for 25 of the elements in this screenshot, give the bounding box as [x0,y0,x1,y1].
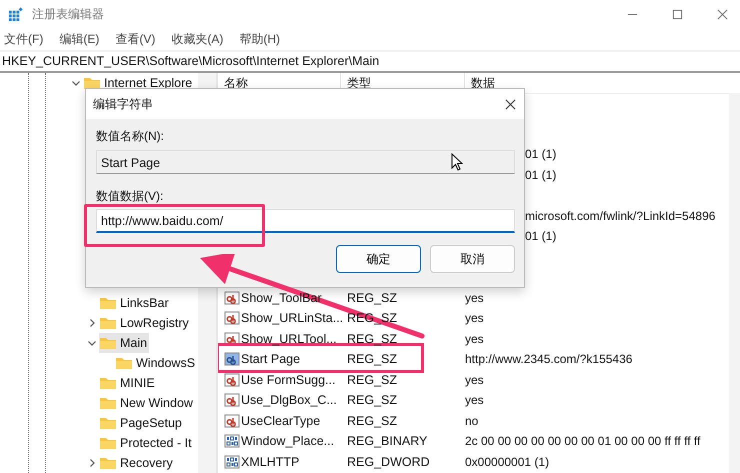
table-cell: 01 (1) [525,229,556,244]
table-cell: 2c 00 00 00 00 00 00 00 01 00 00 00 ff ff ff ff [465,434,700,448]
table-cell: REG_SZ [347,352,398,366]
table-cell: no [465,414,478,428]
table-cell: http://www.2345.com/?k155436 [465,352,632,366]
table-cell: 01 (1) [525,168,556,182]
table-cell: REG_SZ [347,290,398,305]
dialog-title: 编辑字符串 [93,96,153,112]
table-cell: 0x00000001 (1) [465,454,550,469]
table-cell: REG_SZ [347,332,398,346]
table-cell: REG_BINARY [347,434,428,448]
table-cell: yes [465,393,484,408]
table-cell: yes [465,372,484,387]
field-label: 数值数据(V): [96,188,164,205]
table-cell: REG_DWORD [347,454,430,469]
table-cell: yes [465,332,484,346]
table-cell: microsoft.com/fwlink/?LinkId=54896 [525,208,716,223]
table-cell: 01 (1) [525,147,556,162]
table-cell: REG_SZ [347,414,398,428]
table-cell: yes [465,311,484,326]
table-cell: REG_SZ [347,372,398,387]
window-title: 注册表编辑器 [32,6,104,23]
field-label: 数值名称(N): [96,128,165,145]
table-cell: REG_SZ [347,393,398,408]
table-cell: yes [465,290,484,305]
